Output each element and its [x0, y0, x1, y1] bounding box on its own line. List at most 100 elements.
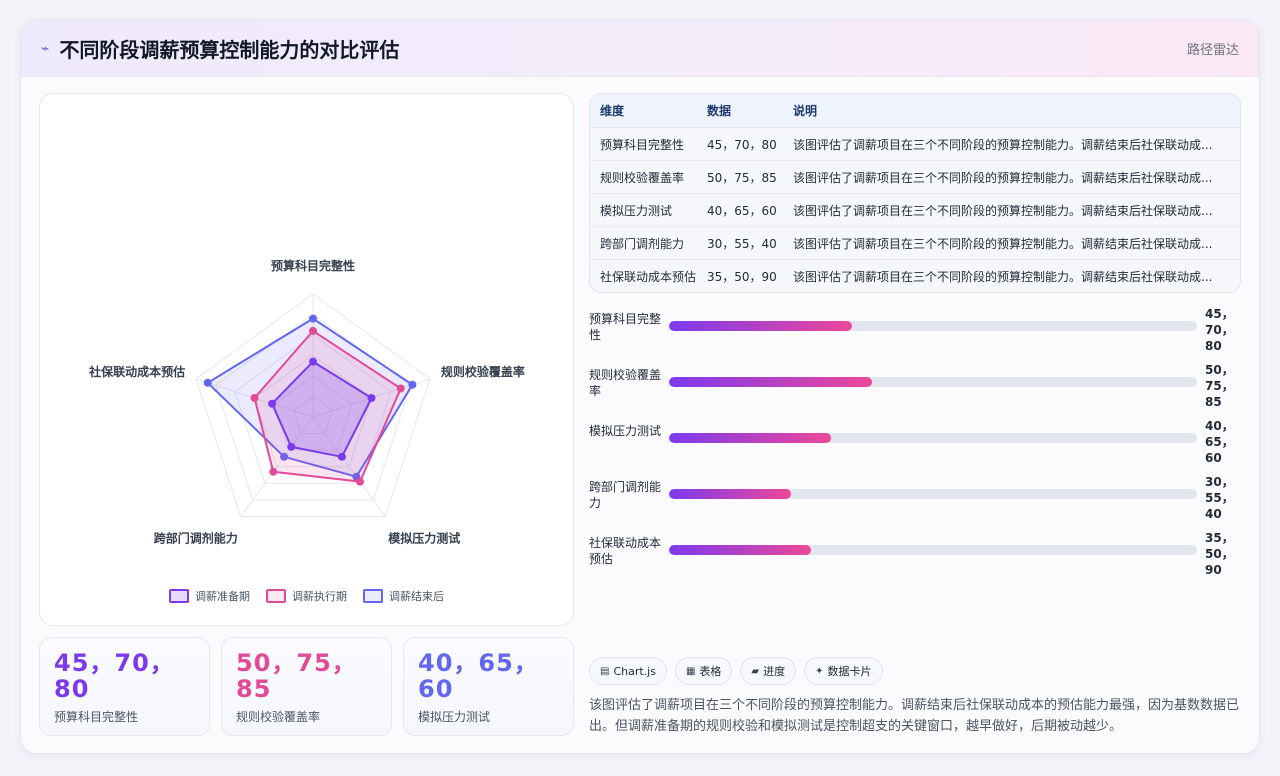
chip-table[interactable]: ▦ 表格: [674, 657, 733, 685]
cell-dimension: 模拟压力测试: [600, 203, 673, 218]
stat-cards: 45，70，80 预算科目完整性 50，75，85 规则校验覆盖率 40，65，…: [39, 637, 574, 736]
chart-legend: 调薪准备期 调薪执行期 调薪结束后: [40, 588, 573, 604]
table-header-row: 维度 数据 说明: [590, 94, 1240, 127]
progress-row: 规则校验覆盖率 50，75，85: [589, 363, 1241, 423]
radar-data-point: [309, 314, 317, 323]
progress-track: [669, 433, 1197, 443]
cell-dimension: 社保联动成本预估: [600, 269, 697, 284]
progress-fill: [669, 489, 791, 499]
progress-row: 预算科目完整性 45，70，80: [589, 307, 1241, 367]
chip-label: 进度: [763, 665, 786, 678]
progress-track: [669, 321, 1197, 331]
radar-data-point: [268, 399, 277, 408]
cell-dimension: 规则校验覆盖率: [600, 170, 685, 185]
legend-item-prep[interactable]: 调薪准备期: [169, 588, 250, 604]
progress-fill: [669, 433, 832, 443]
cell-dimension: 预算科目完整性: [600, 137, 685, 152]
radar-axis-label: 预算科目完整性: [271, 258, 355, 273]
progress-fill: [669, 545, 812, 555]
cell-dimension: 跨部门调剂能力: [600, 236, 685, 251]
legend-item-exec[interactable]: 调薪执行期: [266, 588, 347, 604]
radar-data-point: [408, 380, 417, 389]
stat-label: 预算科目完整性: [54, 710, 139, 724]
radar-chart-panel: 预算科目完整性 规则校验覆盖率 模拟压力测试 跨部门调剂能力 社保联动成本预估 调薪准备…: [39, 93, 574, 626]
progress-track: [669, 377, 1197, 387]
column-header: 说明: [793, 104, 818, 118]
legend-label: 调薪执行期: [292, 590, 347, 603]
progress-label: 跨部门调剂能力: [589, 480, 662, 510]
radar-axis-label: 模拟压力测试: [388, 530, 460, 545]
progress-track: [669, 545, 1197, 555]
legend-swatch: [363, 589, 383, 603]
cell-description: 该图评估了调薪项目在三个不同阶段的预算控制能力。调薪结束后社保联动成...: [793, 203, 1213, 218]
chip-label: 数据卡片: [827, 665, 872, 678]
stat-card: 40，65，60 模拟压力测试: [403, 637, 574, 736]
progress-value: 50，75，85: [1205, 363, 1234, 409]
radar-data-point: [337, 452, 346, 461]
view-chips: ▤ Chart.js ▦ 表格 ▰ 进度 ✦ 数据卡片: [589, 657, 883, 685]
dashboard-card: ⌁ 不同阶段调薪预算控制能力的对比评估 路径雷达 预算科目完整性 规则校验覆盖率模…: [20, 20, 1260, 754]
table-row: 预算科目完整性 45，70，80 该图评估了调薪项目在三个不同阶段的预算控制能力…: [590, 127, 1240, 160]
progress-value: 40，65，60: [1205, 419, 1234, 465]
progress-label: 规则校验覆盖率: [589, 368, 662, 398]
progress-bar-list: 预算科目完整性 45，70，80 规则校验覆盖率 50，75，85 模拟压力测试 40，6…: [589, 307, 1241, 591]
progress-label: 社保联动成本预估: [589, 536, 662, 566]
stat-label: 规则校验覆盖率: [236, 710, 321, 724]
legend-swatch: [169, 589, 189, 603]
table-row: 规则校验覆盖率 50，75，85 该图评估了调薪项目在三个不同阶段的预算控制能力…: [590, 160, 1240, 193]
radar-data-point: [269, 467, 278, 476]
progress-label: 预算科目完整性: [589, 312, 662, 342]
legend-swatch: [266, 589, 286, 603]
radar-data-point: [367, 393, 376, 402]
stat-value: 40，65，60: [418, 649, 539, 703]
cell-data: 50，75，85: [707, 170, 777, 185]
table-row: 跨部门调剂能力 30，55，40 该图评估了调薪项目在三个不同阶段的预算控制能力…: [590, 226, 1240, 259]
stat-label: 模拟压力测试: [418, 710, 491, 724]
chip-data-card[interactable]: ✦ 数据卡片: [804, 657, 883, 685]
cell-data: 45，70，80: [707, 137, 777, 152]
stat-value: 50，75，85: [236, 649, 357, 703]
progress-row: 模拟压力测试 40，65，60: [589, 419, 1241, 479]
summary-text: 该图评估了调薪项目在三个不同阶段的预算控制能力。调薪结束后社保联动成本的预估能力…: [589, 698, 1240, 734]
legend-item-post[interactable]: 调薪结束后: [363, 588, 444, 604]
stat-card: 45，70，80 预算科目完整性: [39, 637, 210, 736]
table-icon: ▦: [685, 665, 696, 677]
chip-label: 表格: [699, 665, 722, 678]
column-header: 数据: [707, 104, 732, 118]
radar-data-point: [250, 393, 259, 402]
radar-line-icon: ⌁: [41, 40, 50, 57]
chip-chartjs[interactable]: ▤ Chart.js: [589, 657, 667, 685]
page-title: 不同阶段调薪预算控制能力的对比评估: [59, 38, 400, 62]
cell-data: 40，65，60: [707, 203, 777, 218]
progress-fill: [669, 377, 873, 387]
data-table: 维度 数据 说明 预算科目完整性 45，70，80 该图评估了调薪项目在三个不同…: [589, 93, 1241, 293]
progress-value: 45，70，80: [1205, 307, 1234, 353]
chart-icon: ▤: [600, 665, 610, 677]
radar-data-point: [355, 477, 364, 486]
legend-label: 调薪结束后: [389, 590, 444, 603]
progress-row: 跨部门调剂能力 30，55，40: [589, 475, 1241, 535]
table-row: 模拟压力测试 40，65，60 该图评估了调薪项目在三个不同阶段的预算控制能力。…: [590, 193, 1240, 226]
cell-data: 35，50，90: [707, 269, 777, 284]
cell-description: 该图评估了调薪项目在三个不同阶段的预算控制能力。调薪结束后社保联动成...: [793, 170, 1213, 185]
radar-data-point: [309, 357, 317, 366]
progress-row: 社保联动成本预估 35，50，90: [589, 531, 1241, 591]
cell-description: 该图评估了调薪项目在三个不同阶段的预算控制能力。调薪结束后社保联动成...: [793, 137, 1213, 152]
card-icon: ✦: [815, 665, 824, 677]
chip-progress[interactable]: ▰ 进度: [740, 657, 797, 685]
stat-card: 50，75，85 规则校验覆盖率: [221, 637, 392, 736]
cell-description: 该图评估了调薪项目在三个不同阶段的预算控制能力。调薪结束后社保联动成...: [793, 269, 1213, 284]
chip-label: Chart.js: [613, 664, 656, 678]
cell-description: 该图评估了调薪项目在三个不同阶段的预算控制能力。调薪结束后社保联动成...: [793, 236, 1213, 251]
header: ⌁ 不同阶段调薪预算控制能力的对比评估 路径雷达: [21, 21, 1259, 77]
radar-axis-label: 跨部门调剂能力: [154, 530, 238, 545]
progress-label: 模拟压力测试: [589, 424, 662, 438]
progress-fill: [669, 321, 852, 331]
radar-data-point: [309, 326, 317, 335]
radar-axis-label: 社保联动成本预估: [88, 364, 185, 379]
progress-track: [669, 489, 1197, 499]
stat-value: 45，70，80: [54, 649, 175, 703]
progress-value: 30，55，40: [1205, 475, 1234, 521]
radar-chart: 预算科目完整性规则校验覆盖率模拟压力测试 跨部门调剂能力 社保联动成本预估: [88, 258, 525, 545]
table-row: 社保联动成本预估 35，50，90 该图评估了调薪项目在三个不同阶段的预算控制能…: [590, 259, 1240, 292]
